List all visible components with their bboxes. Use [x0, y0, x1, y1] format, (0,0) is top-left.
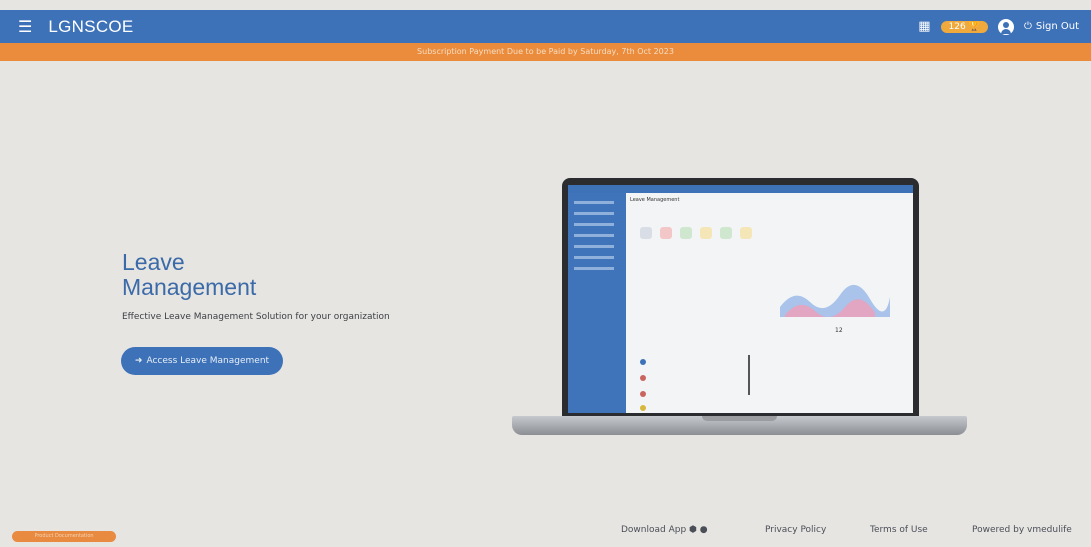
- screen-topbar: [568, 185, 913, 193]
- title-line-1: Leave: [122, 249, 185, 275]
- page-title: Leave Management: [122, 250, 256, 300]
- top-navbar: ☰ LGNSCOE ▦ 126 🏆 ⏻ Sign Out: [0, 10, 1091, 43]
- login-arrow-icon: ➜: [134, 356, 143, 366]
- screen-stat-chip: [740, 227, 752, 239]
- page-subtitle: Effective Leave Management Solution for …: [122, 312, 390, 322]
- laptop-illustration: Leave Management 12: [512, 178, 967, 440]
- hamburger-menu-icon[interactable]: ☰: [18, 17, 32, 36]
- badge-count: 126: [948, 21, 966, 32]
- sign-out-label: Sign Out: [1035, 21, 1079, 32]
- trophy-icon: 🏆: [968, 21, 980, 32]
- screen-stat-chip: [720, 227, 732, 239]
- laptop-screen: Leave Management 12: [568, 185, 913, 413]
- cta-label: Access Leave Management: [146, 356, 270, 366]
- screen-stat-chip: [660, 227, 672, 239]
- android-icon[interactable]: ⬢: [689, 525, 697, 535]
- access-leave-management-button[interactable]: ➜ Access Leave Management: [121, 347, 283, 375]
- apple-icon[interactable]: ●: [700, 525, 708, 535]
- screen-main: Leave Management 12: [630, 197, 909, 411]
- brand-name[interactable]: LGNSCOE: [48, 17, 133, 37]
- laptop-screen-bezel: Leave Management 12: [562, 178, 919, 418]
- screen-area-chart: [780, 284, 890, 317]
- navbar-right: ▦ 126 🏆 ⏻ Sign Out: [918, 18, 1079, 35]
- download-app-label: Download App: [621, 525, 687, 535]
- sign-out-button[interactable]: ⏻ Sign Out: [1024, 21, 1079, 32]
- power-icon: ⏻: [1023, 21, 1032, 32]
- product-documentation-link[interactable]: Product Documentation: [12, 531, 116, 542]
- download-app-link[interactable]: Download App ⬢ ●: [621, 525, 708, 535]
- screen-title: Leave Management: [630, 197, 680, 203]
- laptop-base: [512, 416, 967, 435]
- screen-sidebar: [568, 193, 626, 413]
- screen-stat-chip: [700, 227, 712, 239]
- screen-stat-chip: [640, 227, 652, 239]
- terms-of-use-link[interactable]: Terms of Use: [870, 525, 928, 535]
- apps-grid-icon[interactable]: ▦: [918, 19, 930, 34]
- user-avatar-icon[interactable]: [997, 18, 1014, 35]
- privacy-policy-link[interactable]: Privacy Policy: [765, 525, 826, 535]
- screen-stat-chip: [680, 227, 692, 239]
- notification-badge[interactable]: 126 🏆: [940, 20, 988, 33]
- footer: Product Documentation Download App ⬢ ● P…: [0, 523, 1091, 543]
- screen-value: 12: [835, 327, 843, 334]
- title-line-2: Management: [122, 274, 257, 300]
- payment-notice-banner: Subscription Payment Due to be Paid by S…: [0, 43, 1091, 61]
- powered-by-link[interactable]: Powered by vmedulife: [972, 525, 1072, 535]
